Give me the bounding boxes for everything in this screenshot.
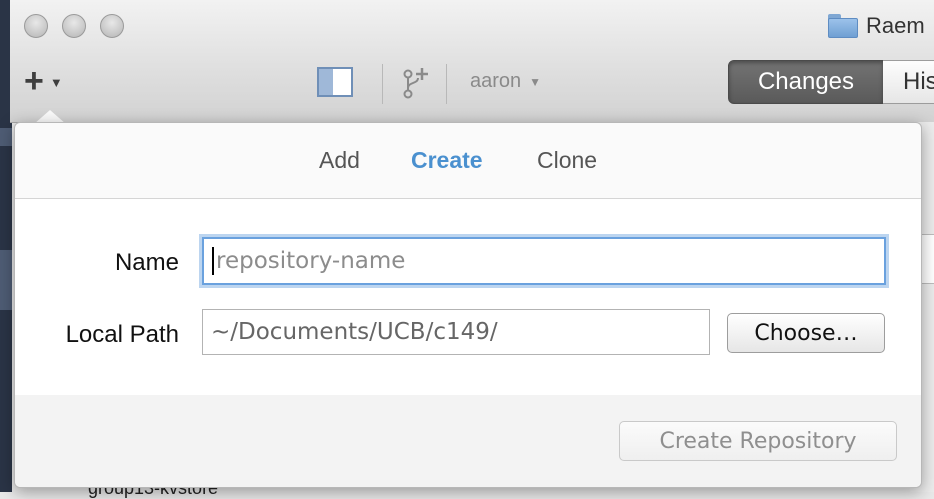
- toolbar-divider: [382, 64, 383, 104]
- tab-create[interactable]: Create: [411, 147, 483, 174]
- sidebar-toggle-icon[interactable]: [317, 67, 353, 97]
- tab-history[interactable]: His: [883, 60, 934, 104]
- toolbar-divider: [446, 64, 447, 104]
- minimize-window-button[interactable]: [62, 14, 86, 38]
- repository-name-input[interactable]: repository-name: [202, 237, 886, 285]
- chevron-down-icon: ▼: [49, 74, 63, 90]
- popover-footer: Create Repository: [15, 395, 921, 487]
- create-repository-popover: Add Create Clone Name repository-name Lo…: [14, 122, 922, 488]
- tab-add[interactable]: Add: [319, 147, 360, 174]
- chevron-down-icon: ▼: [529, 74, 542, 89]
- add-repository-menu-button[interactable]: + ▼: [24, 64, 63, 98]
- repository-name-placeholder: repository-name: [216, 248, 406, 274]
- name-label: Name: [114, 249, 179, 276]
- branch-add-icon[interactable]: [400, 66, 434, 100]
- user-label: aaron: [470, 70, 522, 92]
- tab-clone[interactable]: Clone: [537, 147, 597, 174]
- folder-icon: [828, 14, 858, 38]
- window-title-text: Raem: [866, 13, 925, 38]
- text-cursor: [212, 247, 214, 275]
- user-menu[interactable]: aaron ▼: [470, 70, 541, 93]
- local-path-value: ~/Documents/UCB/c149/: [211, 319, 498, 345]
- local-path-input[interactable]: ~/Documents/UCB/c149/: [202, 309, 710, 355]
- tab-changes[interactable]: Changes: [728, 60, 884, 104]
- plus-icon: +: [24, 62, 44, 100]
- window-title: Raem: [828, 13, 925, 39]
- popover-tabs: Add Create Clone: [15, 123, 921, 199]
- close-window-button[interactable]: [24, 14, 48, 38]
- create-repository-form: Name repository-name Local Path ~/Docume…: [15, 199, 921, 396]
- zoom-window-button[interactable]: [100, 14, 124, 38]
- create-repository-button[interactable]: Create Repository: [619, 421, 897, 461]
- choose-path-button[interactable]: Choose…: [727, 313, 885, 353]
- local-path-label: Local Path: [65, 321, 179, 348]
